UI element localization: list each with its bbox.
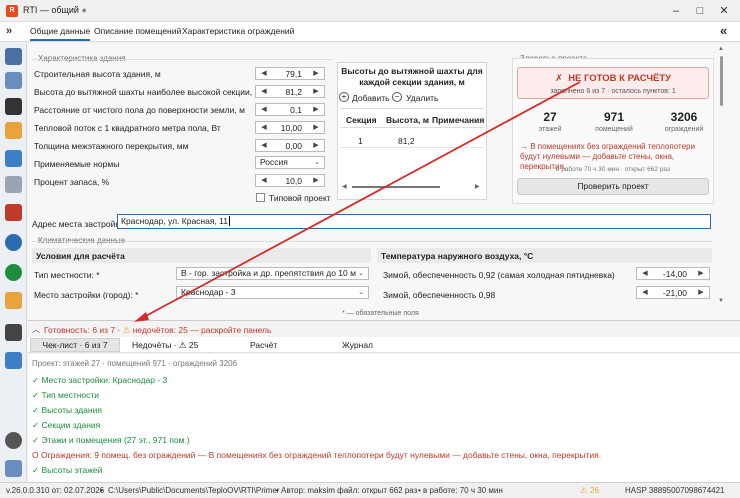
arrow-line xyxy=(141,81,581,319)
annotation-arrow xyxy=(134,81,581,322)
arrow-head xyxy=(134,312,149,322)
